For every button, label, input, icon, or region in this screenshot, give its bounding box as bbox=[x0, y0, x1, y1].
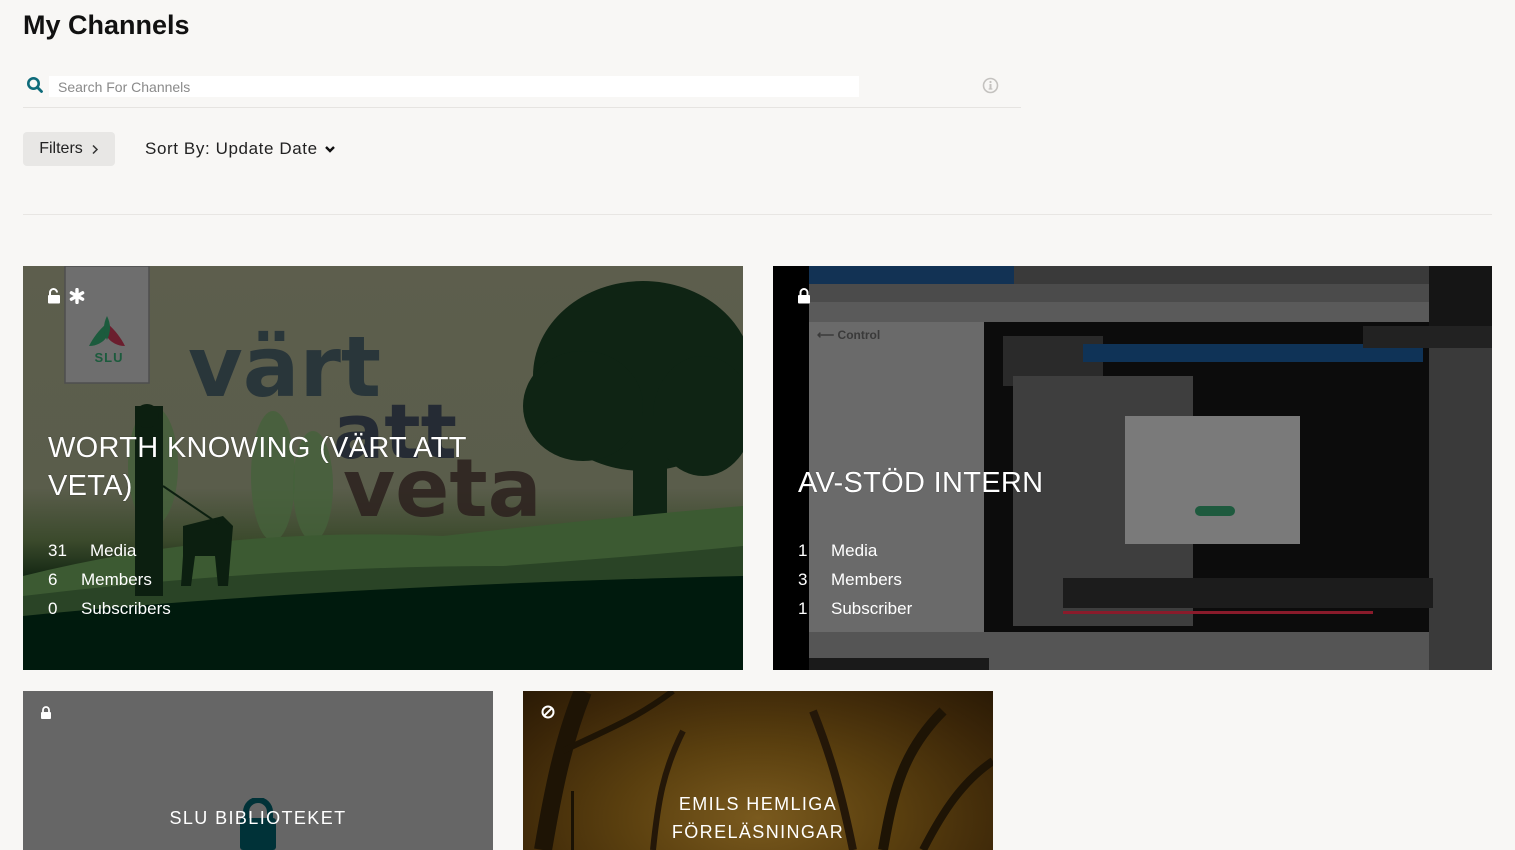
filters-label: Filters bbox=[39, 140, 83, 157]
sort-dropdown[interactable]: Sort By: Update Date bbox=[145, 132, 336, 166]
filters-button[interactable]: Filters bbox=[23, 132, 115, 166]
channel-title: EMILS HEMLIGA FÖRELÄSNINGAR bbox=[523, 790, 993, 846]
stat-count: 6 bbox=[48, 569, 58, 589]
stat-subscribers: 1 Subscriber bbox=[798, 594, 912, 623]
status-icons bbox=[47, 288, 85, 304]
stat-label: Media bbox=[831, 540, 878, 560]
stat-label: Media bbox=[90, 540, 137, 560]
slu-logo: SLU bbox=[94, 350, 124, 365]
chevron-right-icon bbox=[92, 144, 98, 154]
channel-card-slu-biblioteket[interactable]: SLU BIBLIOTEKET bbox=[23, 691, 493, 850]
search-input[interactable] bbox=[49, 76, 859, 97]
asterisk-icon bbox=[69, 288, 85, 304]
unlock-icon bbox=[48, 288, 60, 304]
channel-title-line2: FÖRELÄSNINGAR bbox=[671, 822, 845, 842]
page-title: My Channels bbox=[23, 10, 190, 40]
search-bar bbox=[23, 70, 1021, 108]
stat-label: Members bbox=[831, 569, 902, 589]
thumb-text: ⟵ Control bbox=[817, 328, 881, 342]
stat-label: Subscribers bbox=[81, 598, 171, 618]
chevron-down-icon bbox=[324, 146, 335, 153]
channel-title: AV-STÖD INTERN bbox=[798, 467, 1044, 499]
channel-title: SLU BIBLIOTEKET bbox=[169, 808, 347, 828]
stat-members: 6 Members bbox=[48, 565, 171, 594]
divider bbox=[23, 214, 1492, 215]
blocked-icon bbox=[541, 705, 555, 719]
stat-count: 31 bbox=[48, 540, 67, 560]
channel-card-emils-hemliga-forelasningar[interactable]: EMILS HEMLIGA FÖRELÄSNINGAR bbox=[523, 691, 993, 850]
stat-count: 1 bbox=[798, 540, 808, 560]
info-icon[interactable] bbox=[982, 77, 999, 94]
stat-count: 3 bbox=[798, 569, 808, 589]
channel-card-worth-knowing[interactable]: värt att veta WORTH KNOWING (VÄRT ATT VE… bbox=[23, 266, 743, 670]
stat-label: Subscriber bbox=[831, 598, 913, 618]
stat-count: 1 bbox=[798, 598, 808, 618]
status-icons bbox=[541, 705, 555, 719]
lock-icon bbox=[41, 706, 51, 719]
stat-label: Members bbox=[81, 569, 152, 589]
sort-label: Sort By: Update Date bbox=[145, 139, 318, 158]
stat-subscribers: 0 Subscribers bbox=[48, 594, 171, 623]
stat-media: 1 Media bbox=[798, 536, 912, 565]
status-icons bbox=[797, 288, 811, 304]
status-icons bbox=[40, 706, 52, 719]
stat-count: 0 bbox=[48, 598, 58, 618]
channel-card-av-stod-intern[interactable]: ⟵ Control AV-STÖD INTERN 1 Media 3 Membe… bbox=[773, 266, 1492, 670]
channel-stats: 31 Media 6 Members 0 Subscribers bbox=[48, 536, 171, 623]
channel-stats: 1 Media 3 Members 1 Subscriber bbox=[798, 536, 912, 623]
channel-title-line1: EMILS HEMLIGA bbox=[678, 794, 838, 814]
lock-icon bbox=[798, 288, 810, 304]
stat-members: 3 Members bbox=[798, 565, 912, 594]
search-icon bbox=[27, 77, 43, 93]
channel-title: WORTH KNOWING (VÄRT ATT VETA) bbox=[48, 432, 467, 502]
stat-media: 31 Media bbox=[48, 536, 171, 565]
